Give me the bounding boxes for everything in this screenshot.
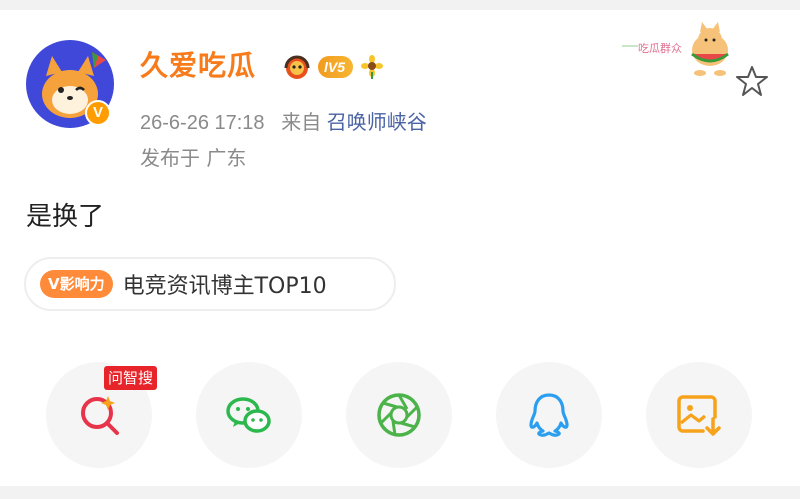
- source-link[interactable]: 召唤师峡谷: [327, 112, 427, 134]
- share-wechat-button[interactable]: [196, 362, 302, 468]
- username[interactable]: 久爱吃瓜: [140, 44, 256, 84]
- save-image-button[interactable]: [646, 362, 752, 468]
- influence-text: 电竞资讯博主TOP10: [122, 274, 327, 299]
- post-timestamp: 26-6-26 17:18: [140, 112, 265, 134]
- qq-icon: [529, 393, 569, 437]
- moments-icon: [377, 393, 421, 437]
- sunflower-badge-icon[interactable]: [359, 54, 385, 80]
- influence-tag: V影响力: [40, 270, 113, 298]
- save-image-icon: [677, 395, 721, 436]
- post-card: V 久爱吃瓜 lV5 26-6-26 17:18 来自 召唤师峡谷 发布于 广东: [0, 10, 800, 486]
- user-badges: lV5: [282, 50, 385, 84]
- verified-v-badge-icon: V: [85, 100, 111, 126]
- favorite-star-icon[interactable]: [734, 63, 770, 99]
- headphone-fan-badge-icon[interactable]: [282, 52, 312, 82]
- post-content: 是换了: [26, 202, 105, 232]
- level-badge[interactable]: lV5: [318, 56, 354, 78]
- decoration-text: 吃瓜群众: [638, 41, 682, 55]
- post-meta: 26-6-26 17:18 来自 召唤师峡谷: [140, 106, 427, 135]
- shiba-melon-decoration-icon: 吃瓜群众: [622, 22, 729, 76]
- ai-search-icon: [81, 396, 119, 435]
- melon-eater-decoration: 吃瓜群众: [620, 18, 740, 80]
- source-prefix: 来自: [281, 112, 322, 134]
- wechat-icon: [226, 397, 271, 433]
- share-qq-button[interactable]: [496, 362, 602, 468]
- influence-badge[interactable]: V影响力 电竞资讯博主TOP10: [24, 257, 396, 311]
- ai-search-tag: 问智搜: [104, 366, 158, 390]
- share-moments-button[interactable]: [346, 362, 452, 468]
- post-location: 发布于 广东: [140, 146, 247, 170]
